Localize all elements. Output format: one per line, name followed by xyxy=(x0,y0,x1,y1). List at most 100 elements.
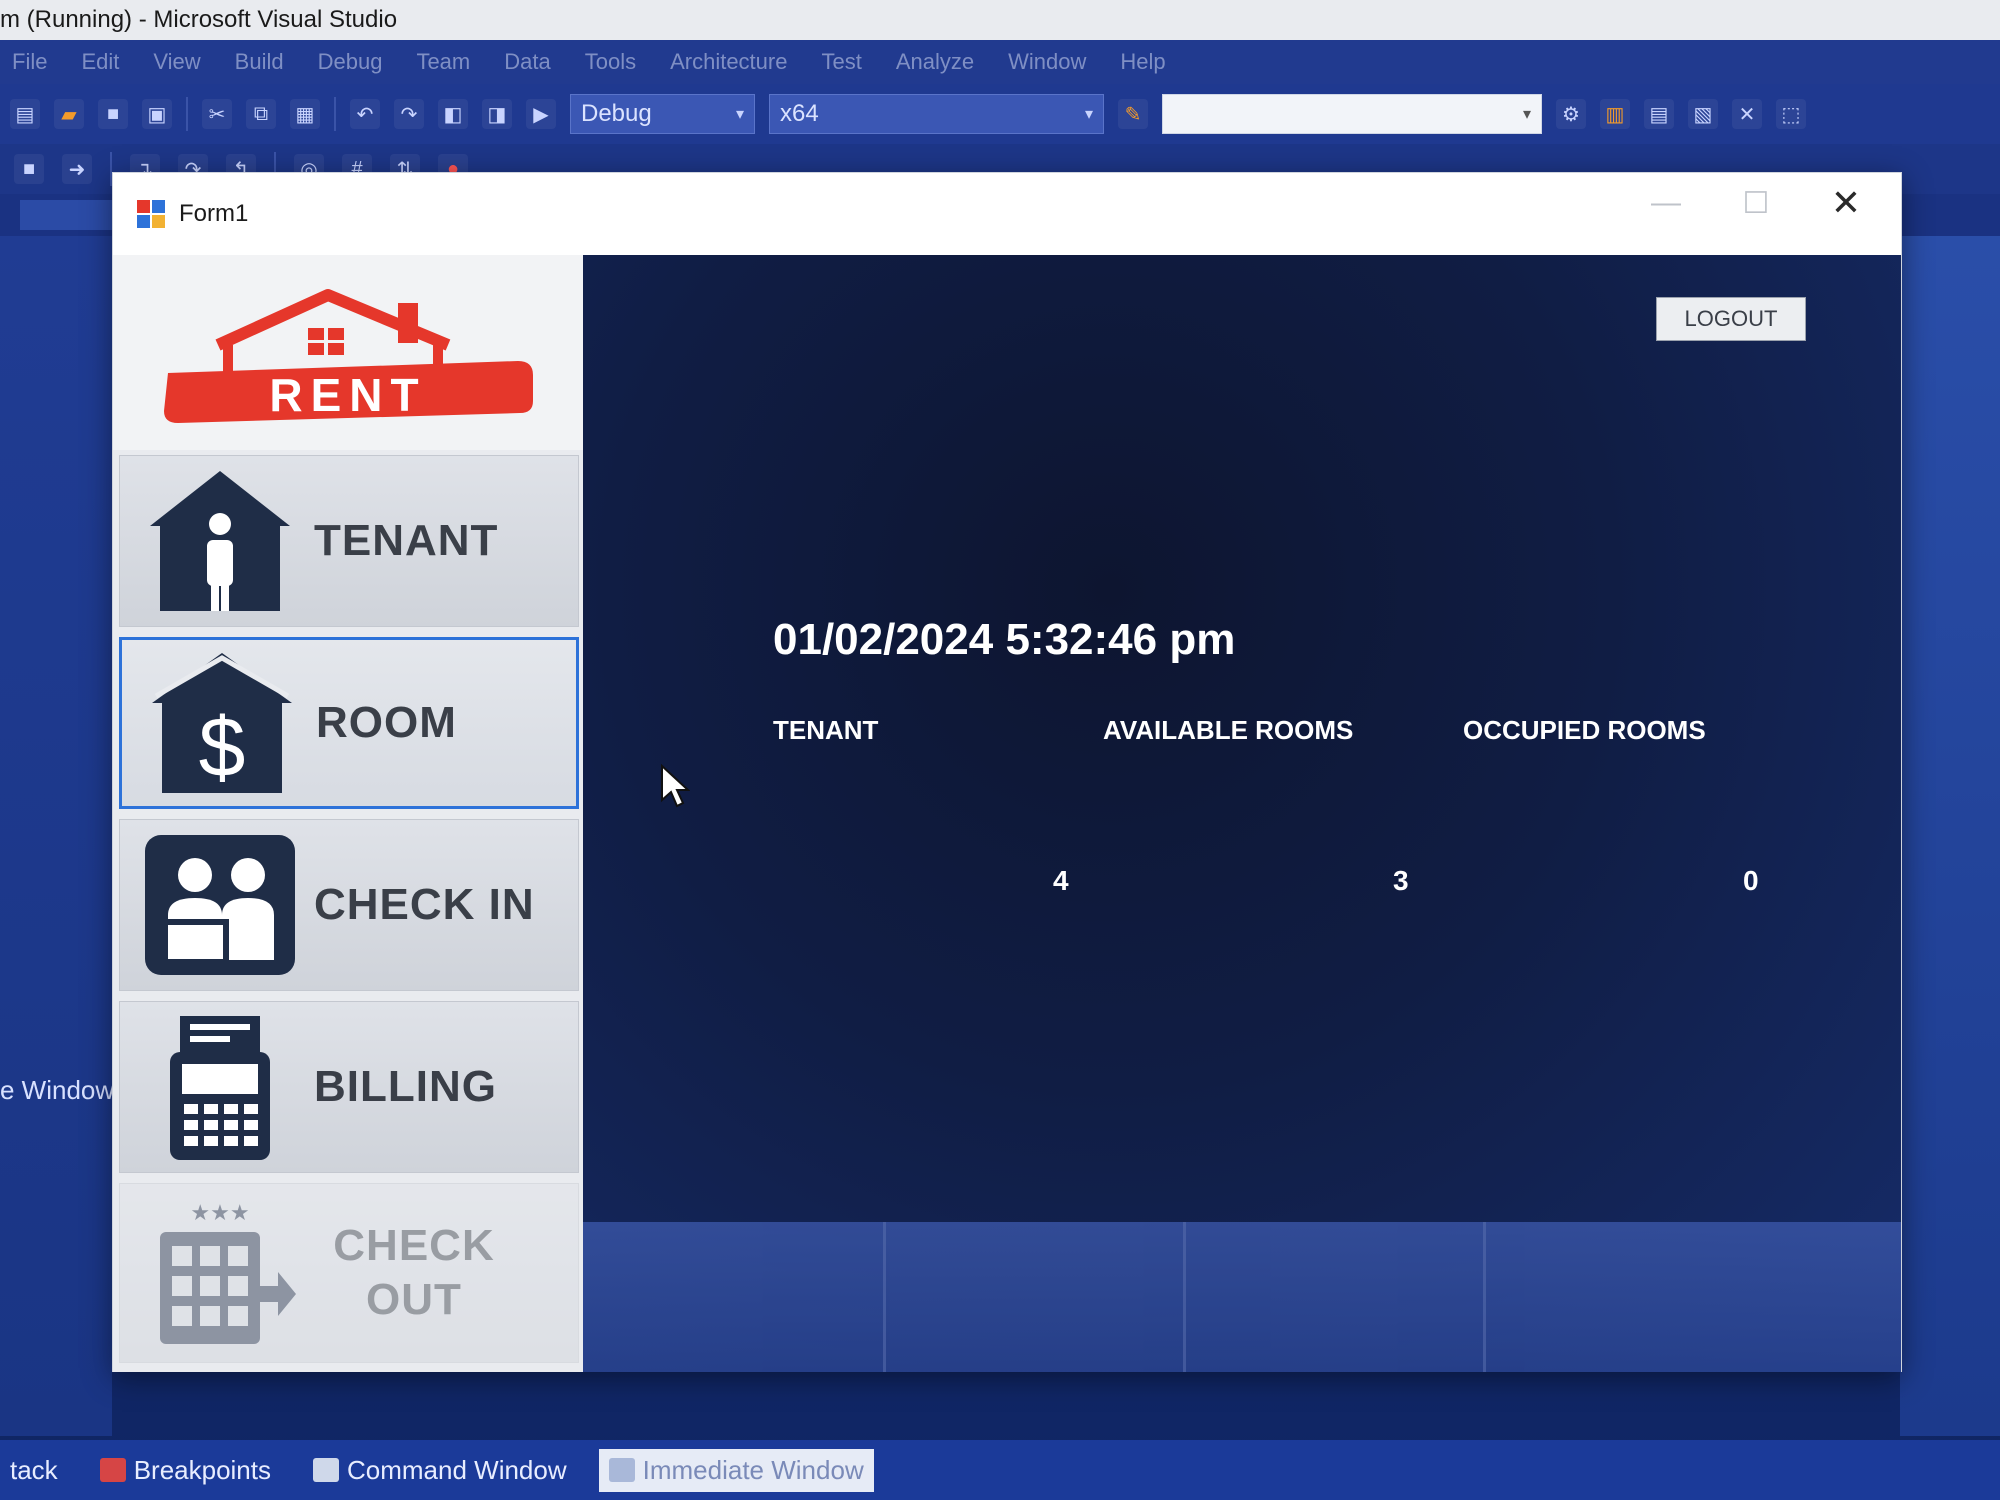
undo-icon[interactable]: ↶ xyxy=(350,99,380,129)
left-window-label[interactable]: e Window xyxy=(0,1075,114,1106)
cut-icon[interactable]: ✂ xyxy=(202,99,232,129)
floor-seam xyxy=(883,1222,886,1372)
menu-test[interactable]: Test xyxy=(821,49,861,75)
tab-command-window-label: Command Window xyxy=(347,1454,567,1485)
menu-file[interactable]: File xyxy=(12,49,47,75)
room-dollar-house-icon: $ xyxy=(152,653,292,794)
toolbar-divider xyxy=(334,97,336,131)
vs-standard-toolbar: ▤ ▰ ■ ▣ ✂ ⧉ ▦ ↶ ↷ ◧ ◨ ▶ Debug ▾ x64 ▾ ✎ … xyxy=(0,84,2000,144)
tab-immediate-window[interactable]: Immediate Window xyxy=(598,1448,874,1492)
tab-breakpoints-label: Breakpoints xyxy=(133,1454,271,1485)
object-browser-icon[interactable]: ▧ xyxy=(1688,99,1718,129)
save-all-icon[interactable]: ▣ xyxy=(142,99,172,129)
available-rooms-label: AVAILABLE ROOMS xyxy=(1103,715,1354,745)
maximize-icon: ☐ xyxy=(1742,186,1770,220)
sidebar-item-room-label: ROOM xyxy=(316,698,457,747)
sidebar-item-check-in[interactable]: CHECK IN xyxy=(119,819,579,991)
chevron-down-icon: ▾ xyxy=(1084,106,1093,123)
menu-team[interactable]: Team xyxy=(416,49,470,75)
find-in-files-icon[interactable]: ✎ xyxy=(1118,99,1148,129)
sidebar-item-tenant-label: TENANT xyxy=(314,516,499,565)
redo-icon[interactable]: ↷ xyxy=(394,99,424,129)
sidebar-item-check-out-label: CHECK OUT xyxy=(314,1219,514,1327)
solution-configuration-select[interactable]: Debug ▾ xyxy=(570,94,755,134)
check-out-line-2: OUT xyxy=(366,1275,462,1324)
command-window-icon xyxy=(313,1458,339,1482)
immediate-window-icon xyxy=(608,1458,635,1482)
chevron-down-icon: ▾ xyxy=(735,106,744,123)
menu-edit[interactable]: Edit xyxy=(81,49,119,75)
check-out-line-1: CHECK xyxy=(333,1221,495,1270)
billing-terminal-icon xyxy=(170,1016,270,1160)
logo-area: RENT xyxy=(113,255,583,450)
form-title: Form1 xyxy=(179,200,249,227)
available-rooms-value: 3 xyxy=(1393,865,1409,896)
tenant-house-icon xyxy=(150,471,290,611)
minimize-icon: — xyxy=(1651,186,1681,219)
menu-data[interactable]: Data xyxy=(504,49,550,75)
show-next-statement-icon[interactable]: ➜ xyxy=(62,154,92,184)
menu-analyze[interactable]: Analyze xyxy=(896,49,974,75)
solution-platform-select[interactable]: x64 ▾ xyxy=(769,94,1104,134)
tab-call-stack[interactable]: tack xyxy=(0,1449,68,1492)
vs-window-title: m (Running) - Microsoft Visual Studio xyxy=(0,6,398,33)
current-datetime: 01/02/2024 5:32:46 pm xyxy=(773,615,1236,664)
form-app-icon xyxy=(137,200,165,228)
navigate-backward-icon[interactable]: ◧ xyxy=(438,99,468,129)
copy-icon[interactable]: ⧉ xyxy=(246,99,276,129)
vs-tool-window-tabs: tack Breakpoints Command Window Immediat… xyxy=(0,1440,2000,1500)
close-icon: ✕ xyxy=(1830,182,1862,223)
dashboard-panel: LOGOUT 01/02/2024 5:32:46 pm TENANT AVAI… xyxy=(583,255,1901,1372)
floor-seam xyxy=(1483,1222,1486,1372)
toolbox-icon[interactable]: ▥ xyxy=(1600,99,1630,129)
start-page-icon[interactable]: ⬚ xyxy=(1776,99,1806,129)
form-titlebar[interactable]: Form1 — ☐ ✕ xyxy=(113,173,1901,255)
chevron-down-icon: ▾ xyxy=(1522,106,1531,123)
maximize-button[interactable]: ☐ xyxy=(1711,173,1801,233)
menu-view[interactable]: View xyxy=(153,49,200,75)
menu-window[interactable]: Window xyxy=(1008,49,1086,75)
tools-icon[interactable]: ✕ xyxy=(1732,99,1762,129)
minimize-button[interactable]: — xyxy=(1621,173,1711,233)
menu-build[interactable]: Build xyxy=(235,49,284,75)
sidebar-item-check-in-label: CHECK IN xyxy=(314,880,535,929)
menu-tools[interactable]: Tools xyxy=(585,49,636,75)
vs-menubar: File Edit View Build Debug Team Data Too… xyxy=(0,40,2000,84)
properties-icon[interactable]: ▤ xyxy=(1644,99,1674,129)
vs-right-dock-panel xyxy=(1900,236,2000,1436)
svg-text:$: $ xyxy=(199,700,246,794)
tab-call-stack-label: tack xyxy=(10,1454,58,1485)
save-icon[interactable]: ■ xyxy=(98,99,128,129)
menu-architecture[interactable]: Architecture xyxy=(670,49,787,75)
close-button[interactable]: ✕ xyxy=(1801,173,1891,233)
mouse-cursor-icon xyxy=(661,764,690,808)
background-floor xyxy=(583,1222,1901,1372)
sidebar-item-check-out[interactable]: ★★★ CHECK OUT xyxy=(119,1183,579,1363)
solution-explorer-icon[interactable]: ▤ xyxy=(10,99,40,129)
solution-platform-value: x64 xyxy=(780,100,819,127)
tab-command-window[interactable]: Command Window xyxy=(303,1449,577,1492)
open-file-icon[interactable]: ▰ xyxy=(54,99,84,129)
menu-debug[interactable]: Debug xyxy=(318,49,383,75)
sidebar-item-room[interactable]: $ ROOM xyxy=(119,637,579,809)
menu-help[interactable]: Help xyxy=(1120,49,1165,75)
sidebar: RENT TENANT $ ROOM CHECK IN BILLING ★★★ … xyxy=(113,255,583,1372)
sidebar-item-tenant[interactable]: TENANT xyxy=(119,455,579,627)
paste-icon[interactable]: ▦ xyxy=(290,99,320,129)
tab-breakpoints[interactable]: Breakpoints xyxy=(90,1449,281,1492)
sidebar-item-billing-label: BILLING xyxy=(314,1062,497,1111)
check-out-hotel-icon: ★★★ xyxy=(160,1201,296,1344)
floor-seam xyxy=(1183,1222,1186,1372)
breakpoints-icon xyxy=(99,1458,126,1482)
occupied-rooms-value: 0 xyxy=(1743,865,1759,896)
server-explorer-icon[interactable]: ⚙ xyxy=(1556,99,1586,129)
find-combo[interactable]: ▾ xyxy=(1162,94,1542,134)
stop-debugging-icon[interactable]: ■ xyxy=(14,154,44,184)
vs-left-dock-panel xyxy=(0,236,112,1436)
sidebar-item-billing[interactable]: BILLING xyxy=(119,1001,579,1173)
continue-icon[interactable]: ▶ xyxy=(526,99,556,129)
form1-window: Form1 — ☐ ✕ RENT TENANT $ ROOM CHECK IN … xyxy=(112,172,1902,1372)
logout-button[interactable]: LOGOUT xyxy=(1656,297,1806,341)
navigate-forward-icon[interactable]: ◨ xyxy=(482,99,512,129)
rent-logo: RENT xyxy=(164,288,533,423)
